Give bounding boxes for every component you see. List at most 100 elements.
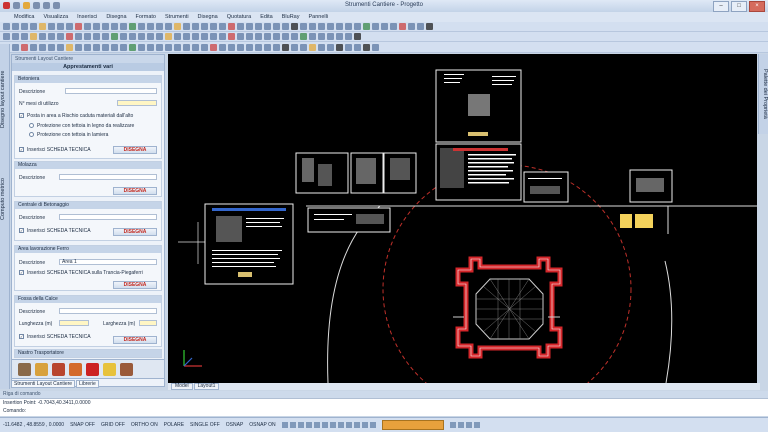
tool-icon[interactable]: [165, 43, 172, 51]
close-button[interactable]: ×: [749, 1, 765, 12]
status-tool-icon[interactable]: [329, 422, 336, 428]
tool-icon[interactable]: [3, 23, 10, 30]
tool-icon[interactable]: [102, 33, 109, 40]
tool-icon[interactable]: [219, 33, 226, 40]
tool-icon[interactable]: [246, 23, 253, 30]
tool-icon[interactable]: [237, 23, 244, 30]
tool-icon[interactable]: [66, 43, 73, 51]
tool-icon[interactable]: [327, 33, 334, 40]
status-tool-icon[interactable]: [361, 422, 368, 428]
tool-icon[interactable]: [273, 23, 280, 30]
barrier-icon[interactable]: [69, 363, 82, 376]
tool-icon[interactable]: [57, 23, 64, 30]
scheda-checkbox[interactable]: ✓: [19, 270, 24, 275]
tool-icon[interactable]: [111, 33, 118, 40]
tool-icon[interactable]: [255, 33, 262, 40]
tool-icon[interactable]: [201, 43, 208, 51]
tool-icon[interactable]: [309, 33, 316, 40]
tool-icon[interactable]: [282, 23, 289, 30]
tool-icon[interactable]: [30, 43, 37, 51]
tool-icon[interactable]: [354, 43, 361, 51]
descrizione-input[interactable]: [65, 88, 157, 94]
tab-strumenti-layout[interactable]: Strumenti Layout Cantiere: [11, 380, 76, 388]
tool-icon[interactable]: [264, 33, 271, 40]
tool-icon[interactable]: [183, 33, 190, 40]
tool-icon[interactable]: [282, 33, 289, 40]
tool-icon[interactable]: [48, 43, 55, 51]
tool-icon[interactable]: [84, 23, 91, 30]
tool-icon[interactable]: [111, 43, 118, 51]
tool-icon[interactable]: [120, 23, 127, 30]
tool-icon[interactable]: [57, 33, 64, 40]
status-tool-icon[interactable]: [313, 422, 320, 428]
tool-icon[interactable]: [12, 23, 19, 30]
truck-icon[interactable]: [52, 363, 65, 376]
tool-icon[interactable]: [246, 33, 253, 40]
tool-icon[interactable]: [363, 43, 370, 51]
tool-icon[interactable]: [102, 43, 109, 51]
tab-computo-metrico[interactable]: Computo metrico: [0, 164, 9, 234]
drawing-canvas[interactable]: [168, 54, 757, 383]
tool-icon[interactable]: [84, 43, 91, 51]
tool-icon[interactable]: [39, 23, 46, 30]
tool-icon[interactable]: [111, 23, 118, 30]
disegna-button[interactable]: DISEGNA: [113, 281, 157, 289]
status-tool-icon[interactable]: [473, 422, 480, 428]
tool-icon[interactable]: [93, 23, 100, 30]
tool-icon[interactable]: [345, 23, 352, 30]
tool-icon[interactable]: [165, 23, 172, 30]
tool-icon[interactable]: [399, 23, 406, 30]
tool-icon[interactable]: [390, 23, 397, 30]
minimize-button[interactable]: –: [713, 1, 729, 12]
tool-icon[interactable]: [129, 23, 136, 30]
option-tettoia-legno-radio[interactable]: [29, 123, 34, 128]
menu-modifica[interactable]: Modifica: [14, 14, 34, 20]
menu-pannelli[interactable]: Pannelli: [308, 14, 328, 20]
tool-icon[interactable]: [318, 23, 325, 30]
tool-icon[interactable]: [300, 23, 307, 30]
tool-icon[interactable]: [273, 33, 280, 40]
tool-icon[interactable]: [300, 43, 307, 51]
scheda-checkbox[interactable]: ✓: [19, 147, 24, 152]
tool-icon[interactable]: [327, 23, 334, 30]
tool-icon[interactable]: [183, 23, 190, 30]
tool-icon[interactable]: [255, 23, 262, 30]
tool-icon[interactable]: [75, 33, 82, 40]
menu-bluray[interactable]: BluRay: [282, 14, 300, 20]
crane-icon[interactable]: [35, 363, 48, 376]
tool-icon[interactable]: [354, 23, 361, 30]
tab-model[interactable]: Model: [171, 383, 193, 390]
tool-icon[interactable]: [102, 23, 109, 30]
tool-icon[interactable]: [93, 43, 100, 51]
tool-icon[interactable]: [156, 43, 163, 51]
tool-icon[interactable]: [372, 23, 379, 30]
menu-disegna[interactable]: Disegna: [106, 14, 126, 20]
disegna-button[interactable]: DISEGNA: [113, 336, 157, 344]
tool-icon[interactable]: [156, 23, 163, 30]
tool-icon[interactable]: [84, 33, 91, 40]
polar-toggle[interactable]: POLARE: [164, 422, 184, 428]
tool-icon[interactable]: [66, 33, 73, 40]
ortho-toggle[interactable]: ORTHO ON: [131, 422, 158, 428]
tool-icon[interactable]: [120, 33, 127, 40]
snap-toggle[interactable]: SNAP OFF: [70, 422, 95, 428]
tool-icon[interactable]: [21, 43, 28, 51]
descrizione-input[interactable]: [59, 308, 157, 314]
tool-icon[interactable]: [165, 33, 172, 40]
tool-icon[interactable]: [300, 33, 307, 40]
tool-icon[interactable]: [129, 43, 136, 51]
tool-icon[interactable]: [327, 43, 334, 51]
tab-properties-palette[interactable]: Palette dei Proprietà: [759, 58, 768, 130]
tool-icon[interactable]: [12, 33, 19, 40]
tool-icon[interactable]: [291, 23, 298, 30]
tool-icon[interactable]: [174, 43, 181, 51]
mesi-input[interactable]: [117, 100, 157, 106]
tool-icon[interactable]: [156, 33, 163, 40]
tool-icon[interactable]: [372, 43, 379, 51]
tool-icon[interactable]: [183, 43, 190, 51]
menu-formato[interactable]: Formato: [136, 14, 156, 20]
tool-icon[interactable]: [291, 33, 298, 40]
menu-edita[interactable]: Edita: [260, 14, 273, 20]
disegna-button[interactable]: DISEGNA: [113, 187, 157, 195]
status-tool-icon[interactable]: [353, 422, 360, 428]
